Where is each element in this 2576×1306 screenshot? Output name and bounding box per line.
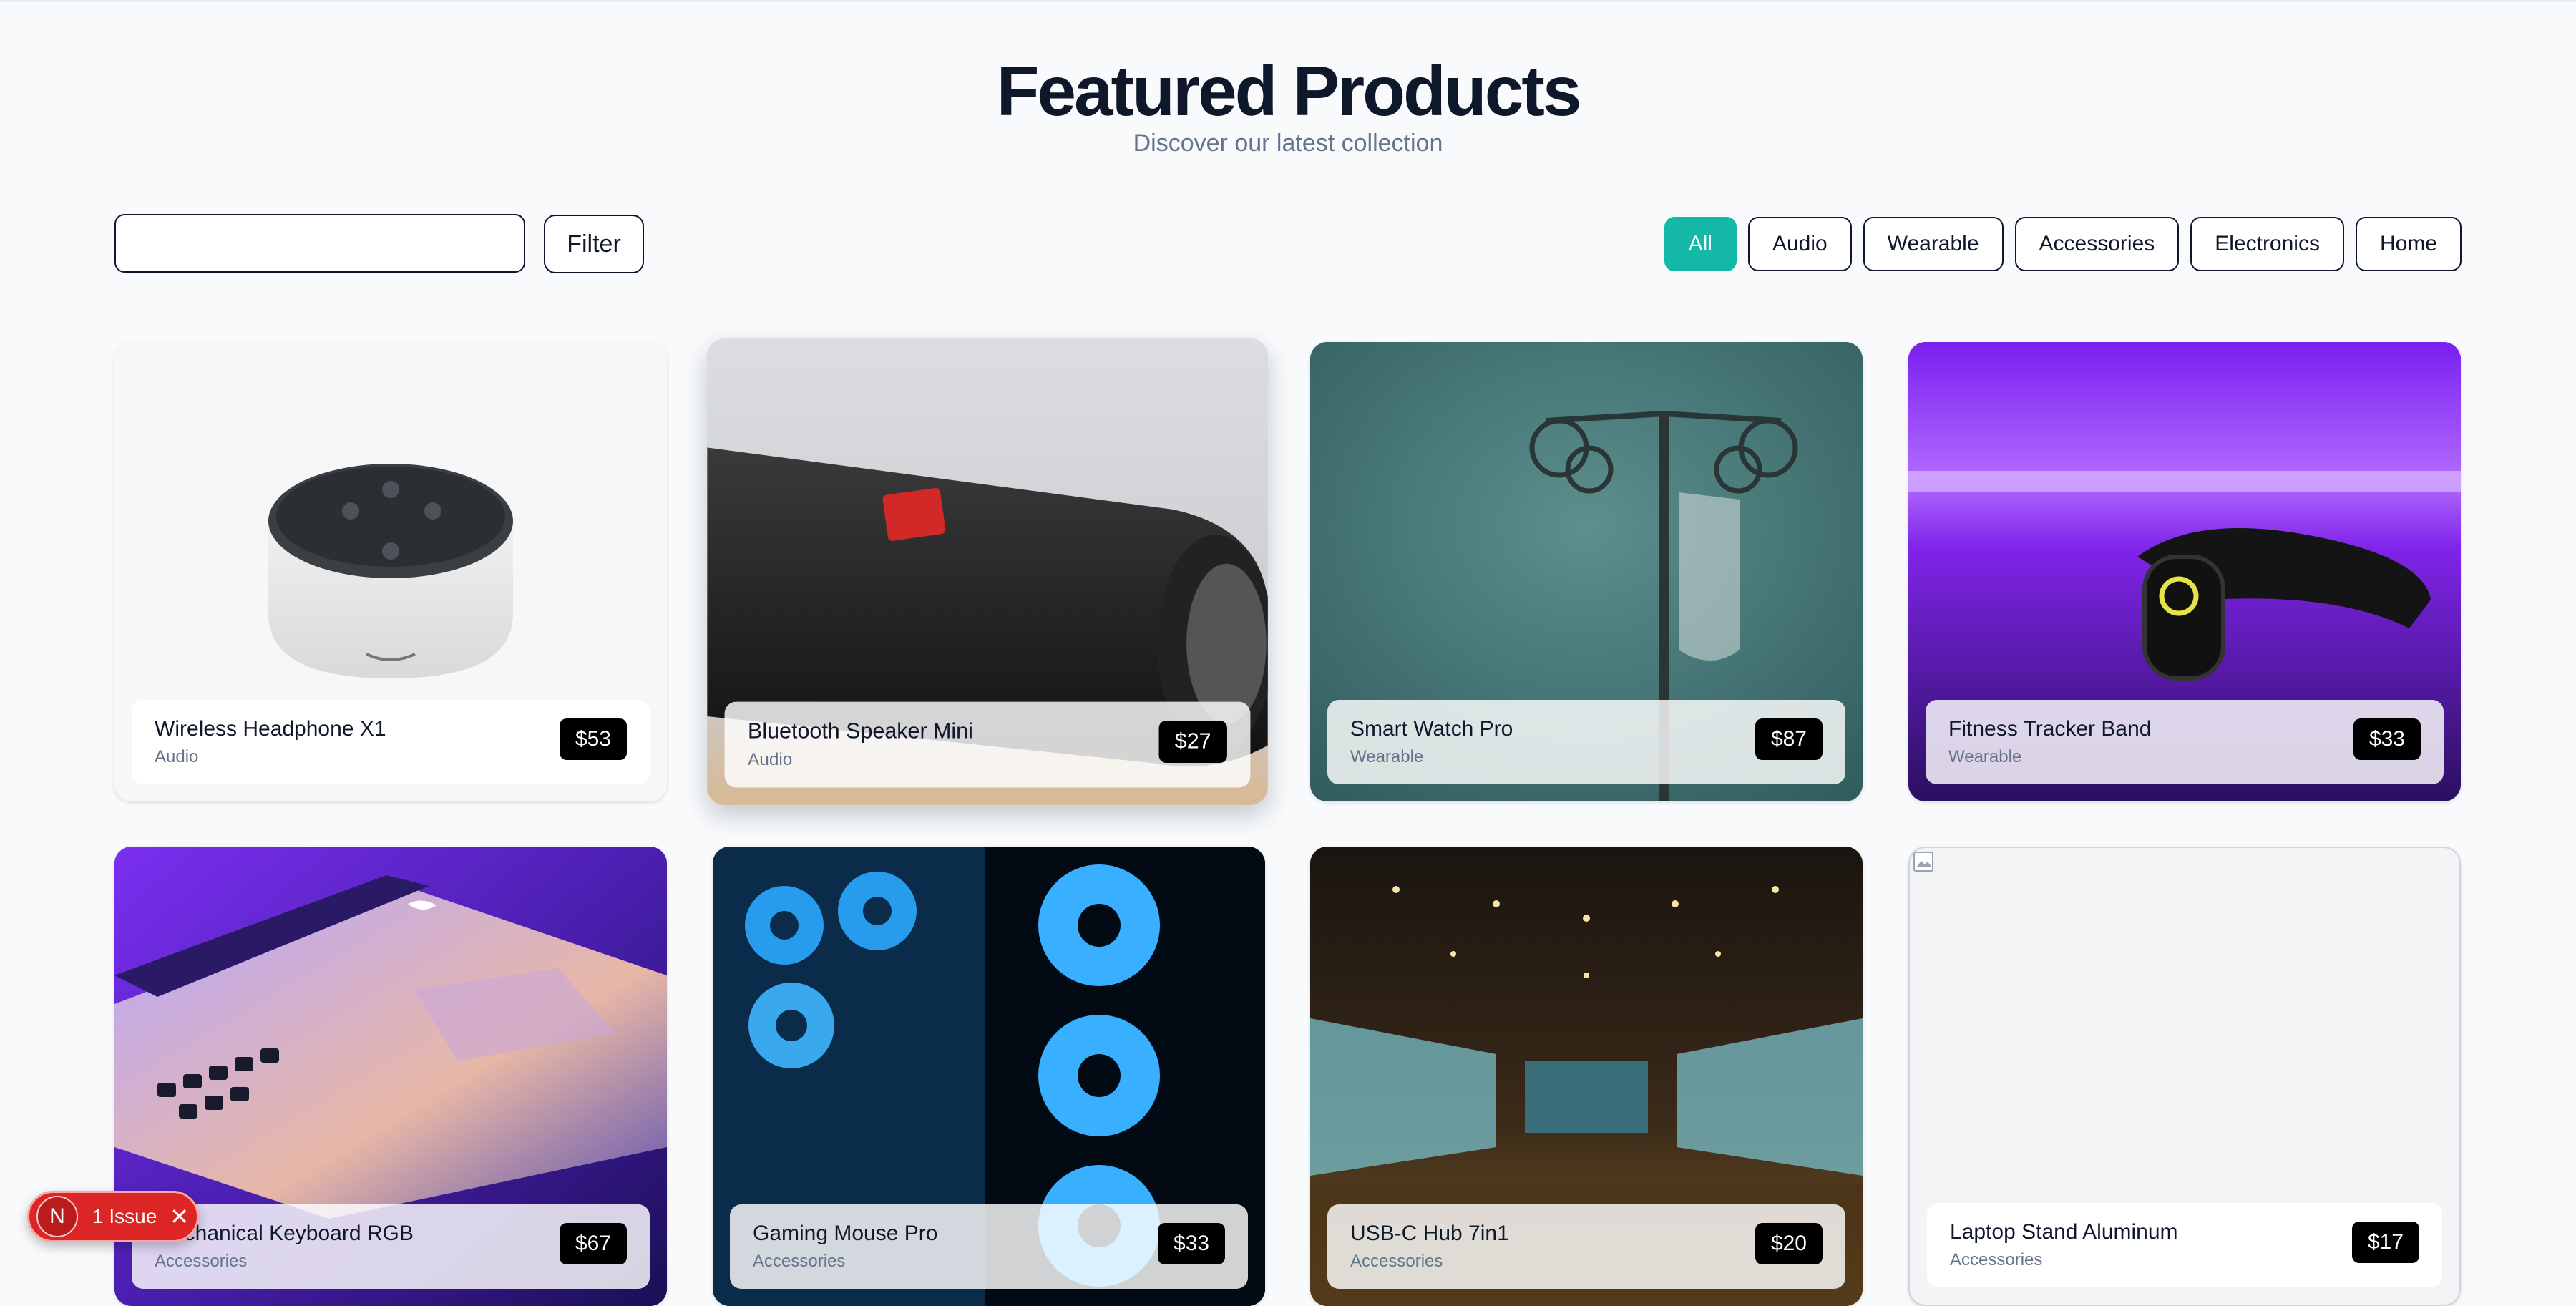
- category-chip-all[interactable]: All: [1664, 217, 1737, 271]
- dev-issues-badge[interactable]: N 1 Issue ✕: [27, 1191, 199, 1242]
- product-info-panel: USB-C Hub 7in1 Accessories $20: [1327, 1204, 1845, 1289]
- product-card[interactable]: Wireless Headphone X1 Audio $53: [114, 342, 667, 801]
- product-name: Fitness Tracker Band: [1948, 717, 2152, 741]
- search-input[interactable]: [114, 214, 525, 273]
- product-name: Wireless Headphone X1: [155, 717, 386, 741]
- price-badge: $87: [1755, 718, 1823, 760]
- product-card[interactable]: Mechanical Keyboard RGB Accessories $67: [114, 847, 667, 1306]
- close-icon[interactable]: ✕: [170, 1203, 189, 1230]
- product-info-panel: Laptop Stand Aluminum Accessories $17: [1927, 1203, 2442, 1287]
- product-card[interactable]: Smart Watch Pro Wearable $87: [1310, 342, 1863, 801]
- product-info-panel: Bluetooth Speaker Mini Audio $27: [724, 701, 1251, 788]
- product-card[interactable]: Gaming Mouse Pro Accessories $33: [713, 847, 1265, 1306]
- price-badge: $20: [1755, 1223, 1823, 1264]
- product-category: Accessories: [155, 1252, 248, 1271]
- product-info-panel: Wireless Headphone X1 Audio $53: [132, 700, 650, 784]
- product-category: Wearable: [1948, 747, 2022, 766]
- product-name: Smart Watch Pro: [1350, 717, 1513, 741]
- category-chip-electronics[interactable]: Electronics: [2190, 217, 2344, 271]
- price-badge: $33: [2353, 718, 2421, 760]
- filter-button[interactable]: Filter: [544, 215, 644, 273]
- page-header: Featured Products Discover our latest co…: [0, 50, 2576, 159]
- product-card[interactable]: Laptop Stand Aluminum Accessories $17: [1908, 847, 2461, 1306]
- price-badge: $17: [2351, 1222, 2419, 1263]
- product-category: Audio: [155, 747, 199, 766]
- category-filter-bar: All Audio Wearable Accessories Electroni…: [1664, 217, 2462, 271]
- page-subtitle: Discover our latest collection: [1133, 130, 1443, 157]
- product-category: Accessories: [1950, 1250, 2043, 1270]
- broken-image-icon: [1913, 852, 1933, 872]
- product-card[interactable]: USB-C Hub 7in1 Accessories $20: [1310, 847, 1863, 1306]
- product-name: Laptop Stand Aluminum: [1950, 1220, 2178, 1244]
- price-badge: $27: [1158, 721, 1227, 763]
- product-name: Bluetooth Speaker Mini: [748, 719, 973, 744]
- issue-count-label: 1 Issue: [92, 1205, 157, 1227]
- next-logo-icon: N: [36, 1196, 78, 1237]
- product-name: USB-C Hub 7in1: [1350, 1222, 1509, 1245]
- product-info-panel: Smart Watch Pro Wearable $87: [1327, 700, 1845, 784]
- product-category: Accessories: [1350, 1252, 1443, 1271]
- category-chip-accessories[interactable]: Accessories: [2014, 217, 2180, 271]
- category-chip-audio[interactable]: Audio: [1747, 217, 1852, 271]
- product-category: Wearable: [1350, 747, 1424, 766]
- price-badge: $53: [559, 718, 627, 760]
- price-badge: $33: [1157, 1223, 1225, 1264]
- price-badge: $67: [559, 1223, 627, 1264]
- category-chip-wearable[interactable]: Wearable: [1863, 217, 2004, 271]
- category-chip-home[interactable]: Home: [2355, 217, 2462, 271]
- product-info-panel: Gaming Mouse Pro Accessories $33: [730, 1204, 1248, 1289]
- product-info-panel: Fitness Tracker Band Wearable $33: [1926, 700, 2444, 784]
- product-category: Accessories: [753, 1252, 846, 1271]
- product-card[interactable]: Fitness Tracker Band Wearable $33: [1908, 342, 2461, 801]
- product-info-panel: Mechanical Keyboard RGB Accessories $67: [132, 1204, 650, 1289]
- top-shadow: [0, 0, 2576, 3]
- page-title: Featured Products: [996, 52, 1582, 130]
- product-card[interactable]: Bluetooth Speaker Mini Audio $27: [707, 338, 1268, 805]
- product-name: Gaming Mouse Pro: [753, 1222, 938, 1245]
- product-category: Audio: [748, 749, 793, 770]
